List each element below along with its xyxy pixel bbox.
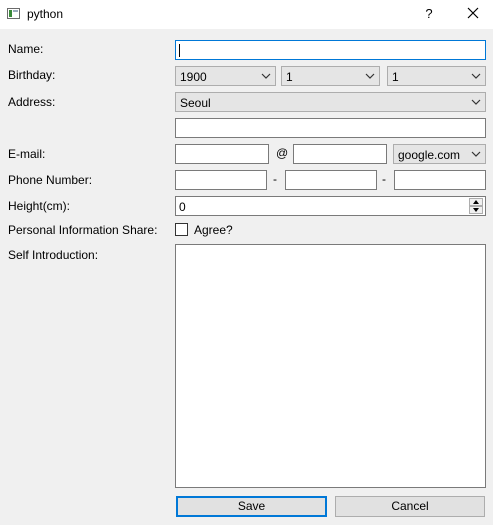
email-local-input[interactable] [175,144,269,164]
phone-part1-input[interactable] [175,170,267,190]
phone-part3-input[interactable] [394,170,486,190]
help-button[interactable]: ? [420,5,438,23]
window-title: python [27,7,64,21]
birthday-year-value: 1900 [180,70,207,84]
spin-up-icon[interactable] [469,198,483,206]
chevron-down-icon [471,73,481,79]
agree-checkbox[interactable] [175,223,188,236]
text-caret [179,44,180,57]
title-bar: python ? [0,0,493,29]
email-domain-select[interactable]: google.com [393,144,486,164]
chevron-down-icon [471,151,481,157]
chevron-down-icon [261,73,271,79]
personal-info-label: Personal Information Share: [8,223,158,237]
birthday-month-select[interactable]: 1 [281,66,380,86]
phone-label: Phone Number: [8,173,93,187]
close-icon [467,7,479,19]
app-icon [7,8,20,19]
birthday-year-select[interactable]: 1900 [175,66,276,86]
spin-down-icon[interactable] [469,206,483,214]
agree-checkbox-label[interactable]: Agree? [194,223,233,237]
height-spinbox[interactable]: 0 [175,196,486,216]
birthday-day-value: 1 [392,70,399,84]
phone-dash-1: - [273,172,277,186]
email-domain-input[interactable] [293,144,387,164]
height-value: 0 [179,200,186,214]
email-at-sign: @ [276,146,289,160]
address-city-select[interactable]: Seoul [175,92,486,112]
height-label: Height(cm): [8,199,71,213]
self-intro-label: Self Introduction: [8,248,99,262]
cancel-button[interactable]: Cancel [335,496,485,517]
close-button[interactable] [462,4,484,24]
address-city-value: Seoul [180,96,211,110]
email-domain-select-value: google.com [398,148,461,162]
phone-dash-2: - [382,172,386,186]
name-input[interactable] [175,40,486,60]
name-label: Name: [8,42,44,56]
address-detail-input[interactable] [175,118,486,138]
chevron-down-icon [365,73,375,79]
email-label: E-mail: [8,147,46,161]
self-intro-textarea[interactable] [175,244,486,488]
save-button[interactable]: Save [176,496,327,517]
birthday-day-select[interactable]: 1 [387,66,486,86]
birthday-label: Birthday: [8,68,56,82]
birthday-month-value: 1 [286,70,293,84]
chevron-down-icon [471,99,481,105]
phone-part2-input[interactable] [285,170,377,190]
address-label: Address: [8,95,56,109]
